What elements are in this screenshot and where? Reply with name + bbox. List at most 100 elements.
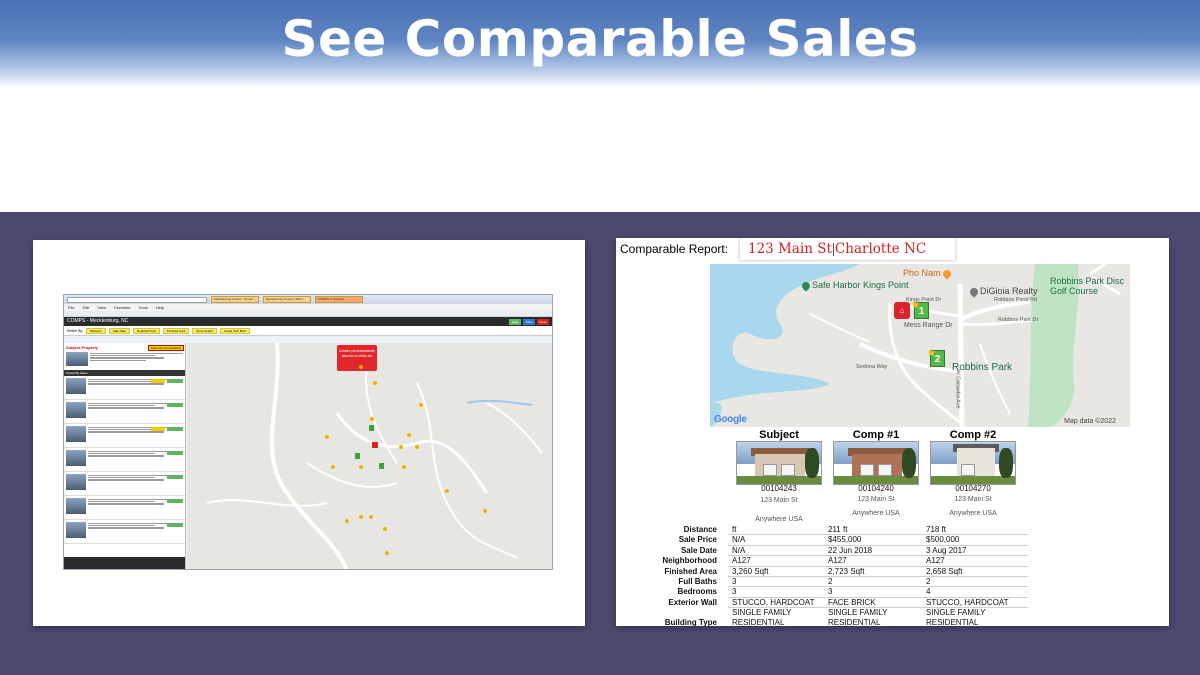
column-header-comp-2: Comp #2 [949,429,997,441]
poi-disc-golf[interactable]: Robbins Park Disc Golf Course [1050,276,1130,296]
filter-chip[interactable]: Actual Year Built [219,327,250,334]
close-button[interactable]: Close [537,318,549,325]
refine-bar: Refine By: Distance Sale Date Neighborho… [64,326,552,336]
filter-chip[interactable]: Distance [86,327,106,334]
menu-favorites[interactable]: Favorites [114,304,130,311]
street-label: W Catawba Ave [954,369,961,409]
comp-1-photo[interactable] [833,441,919,485]
map-pin[interactable] [345,519,349,523]
map-pin[interactable] [359,515,363,519]
list-item[interactable] [64,520,185,544]
map-pin[interactable] [385,551,389,555]
map-pin[interactable] [407,433,411,437]
browser-tab[interactable]: COMPS in Services [315,296,363,303]
list-item[interactable] [64,448,185,472]
street-label: Sedona Way [856,364,888,370]
poi-digioia[interactable]: DiGioia Realty [968,285,1038,298]
list-item[interactable] [64,400,185,424]
filter-chip[interactable]: Finished Area [162,327,190,334]
map-pin[interactable] [370,417,374,421]
map-pin[interactable] [419,403,423,407]
subject-thumbnail [66,352,88,366]
table-row: Building Type RESIDENTIAL RESIDENTIAL RESID… [664,618,979,626]
subject-photo[interactable] [736,441,822,485]
table-row: Neighborhood A127 A127 A127 [616,556,1036,567]
subject-home-icon[interactable]: ⌂ [894,302,910,319]
text-cursor [832,243,834,256]
menu-tools[interactable]: Tools [138,304,147,311]
address-city: Charlotte NC [834,241,927,257]
table-row: Sale Date N/A 22 Jun 2018 3 Aug 2017 [616,546,1036,557]
map-pin[interactable] [383,527,387,531]
slide-title: See Comparable Sales [281,10,919,68]
map-pin[interactable] [373,381,377,385]
poi-pho-nam[interactable]: Pho Nam [903,267,953,280]
report-map[interactable]: Pho Nam Safe Harbor Kings Point DiGioia … [710,264,1130,427]
print-button[interactable]: Print [523,318,535,325]
street-label: Robbins Pond Rd [994,297,1038,303]
report-label: Comparable Report: [620,242,729,256]
street-label: Mess Range Dr [904,322,953,329]
save-comparables-button[interactable]: Save My Comparables [148,345,184,351]
address-bar[interactable] [67,296,207,303]
map-pin[interactable] [402,465,406,469]
menu-view[interactable]: View [97,304,106,311]
marina-icon [800,279,812,292]
browser-tab[interactable]: Mecklenburg County (TEST... [263,296,311,303]
map-pin[interactable] [331,465,335,469]
street-label: Robbins Park Dr [998,317,1039,323]
menu-help[interactable]: Help [156,304,164,311]
report-address-field[interactable]: 123 Main St Charlotte NC [740,238,955,260]
list-item[interactable] [64,424,185,448]
restaurant-icon [941,267,953,280]
subject-parcel-id: 00104243 [761,484,797,493]
subject-pin[interactable] [372,442,378,448]
table-row: Sale Price N/A $455,000 $500,000 [616,535,1036,546]
map-pin[interactable] [483,509,487,513]
comp-2-city: Anywhere USA [949,510,997,517]
map-pin[interactable] [325,435,329,439]
filter-chip[interactable]: Neighborhood [133,327,160,334]
comp-2-photo[interactable] [930,441,1016,485]
comp-pin-2[interactable]: ★ 2 [927,348,945,367]
app-title: COMPS - Mecklenburg, NC [67,318,129,324]
map-pin[interactable] [369,515,373,519]
map-attribution: Map data ©2022 [1064,418,1116,425]
comp-pin-1[interactable]: ★ 1 [911,300,929,319]
map-pin[interactable] [415,445,419,449]
map-pin[interactable] [445,489,449,493]
map-pin[interactable] [399,445,403,449]
browser-window: Mecklenburg County - Proper... Mecklenbu… [63,294,553,570]
list-item[interactable] [64,376,185,400]
table-row: Exterior Wall STUCCO, HARDCOAT FACE BRICK S… [616,598,1036,609]
list-item[interactable] [64,496,185,520]
address-street: 123 Main St [748,241,832,257]
help-button[interactable]: Help [509,318,521,325]
map-pin[interactable] [359,465,363,469]
table-row: Distance ft 211 ft 718 ft [616,525,1036,536]
comp-pin[interactable] [355,453,360,459]
poi-robbins-park[interactable]: Robbins Park [952,362,1012,373]
comp-1-city: Anywhere USA [852,510,900,517]
filter-chip[interactable]: Sale Date [108,327,131,334]
comp-1-address: 123 Main St [857,496,895,503]
comps-app-screenshot: Mecklenburg County - Proper... Mecklenbu… [33,240,585,626]
table-row: Finished Area 3,260 Sqft 2,723 Sqft 2,658 S… [616,567,1036,577]
comps-side-panel: Subject Property Save My Comparables Sor… [64,343,186,569]
menu-file[interactable]: File [68,304,74,311]
panel-footer [64,557,185,569]
comps-map[interactable]: Creates pdf automatically attaches to Me… [187,343,552,569]
map-pin[interactable] [359,365,363,369]
comp-pin[interactable] [379,463,384,469]
star-icon: ★ [927,348,936,359]
poi-safe-harbor[interactable]: Safe Harbor Kings Point [800,279,909,292]
menu-edit[interactable]: Edit [82,304,89,311]
list-item[interactable] [64,472,185,496]
column-header-comp-1: Comp #1 [852,429,900,441]
filter-chip[interactable]: Story Height [192,327,217,334]
app-titlebar: COMPS - Mecklenburg, NC Help Print Close [64,317,552,326]
browser-tab[interactable]: Mecklenburg County - Proper... [211,296,259,303]
app-body: Subject Property Save My Comparables Sor… [64,343,552,569]
comp-pin[interactable] [369,425,374,431]
subject-city: Anywhere USA [755,516,803,523]
